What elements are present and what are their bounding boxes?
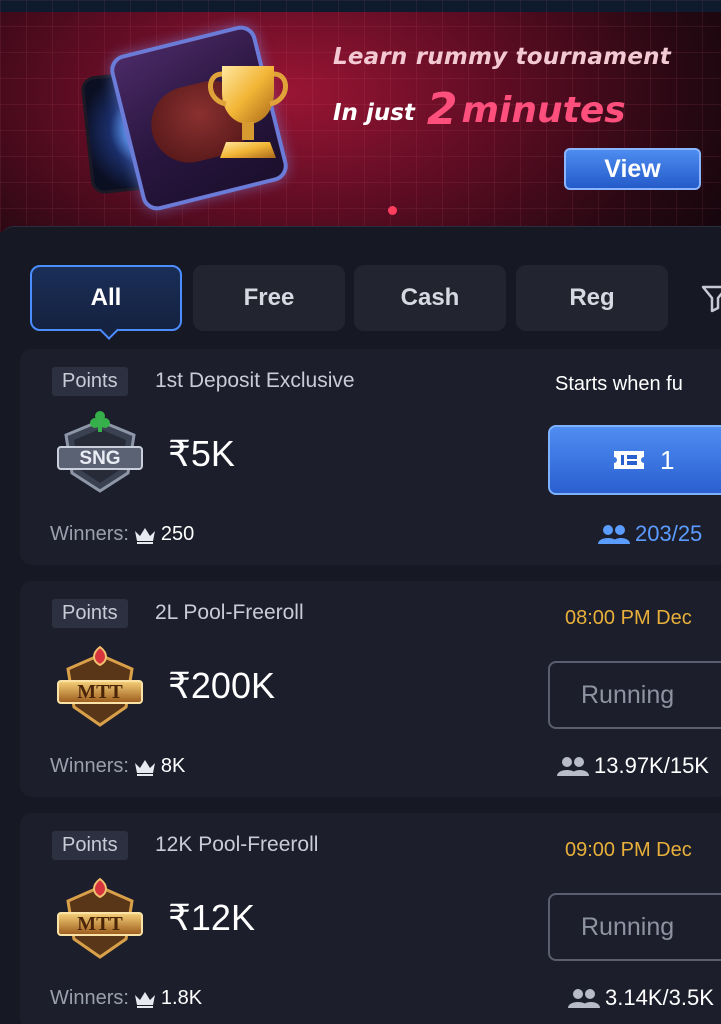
svg-text:SNG: SNG [79, 448, 120, 469]
winners-label: Winners: [50, 523, 129, 545]
players-count: 3.14K/3.5K [567, 985, 714, 1011]
players-count: 13.97K/15K [556, 753, 709, 779]
tab-free[interactable]: Free [193, 265, 345, 331]
running-button[interactable]: Running [548, 661, 721, 729]
tournament-name: 1st Deposit Exclusive [155, 369, 355, 392]
prize-amount: ₹5K [168, 433, 235, 474]
prize-amount: ₹12K [168, 897, 255, 938]
tournament-panel: All Free Cash Reg Points 1st Deposit Exc… [0, 226, 721, 1024]
sng-badge-icon: SNG [57, 411, 143, 493]
ticket-count: 1 [660, 444, 675, 475]
tournament-card[interactable]: Points 1st Deposit Exclusive SNG ₹5K Win… [20, 349, 721, 565]
banner-subheadline-suffix: minutes [461, 90, 626, 131]
banner-subheadline-prefix: In just [333, 100, 415, 126]
points-tag: Points [52, 599, 128, 628]
view-button[interactable]: View [564, 148, 701, 190]
ticket-icon [614, 451, 644, 469]
banner-subheadline: In just 2 minutes [333, 84, 626, 135]
crown-icon [134, 991, 155, 1008]
winners-value: 8K [160, 755, 186, 777]
mtt-badge-icon: MTT [57, 645, 143, 727]
tournament-card[interactable]: Points 12K Pool-Freeroll MTT ₹12K Winner… [20, 813, 721, 1024]
start-time: 09:00 PM Dec [565, 839, 692, 861]
tournament-name: 12K Pool-Freeroll [155, 833, 319, 856]
tournament-name: 2L Pool-Freeroll [155, 601, 304, 624]
filter-icon[interactable] [700, 283, 721, 313]
players-value: 13.97K/15K [594, 753, 709, 778]
points-tag: Points [52, 831, 128, 860]
players-value: 203/25 [635, 521, 703, 546]
running-button[interactable]: Running [548, 893, 721, 961]
promo-banner[interactable]: Learn rummy tournament In just 2 minutes … [0, 0, 721, 232]
winners-count: Winners: 8K [50, 755, 185, 778]
points-tag: Points [52, 367, 128, 396]
ticket-join-button[interactable]: 1 [548, 425, 721, 495]
mtt-badge-icon: MTT [57, 877, 143, 959]
start-condition: Starts when fu [555, 373, 683, 395]
trophy-icon [208, 66, 288, 158]
banner-number: 2 [426, 84, 458, 135]
winners-label: Winners: [50, 987, 129, 1009]
tab-all[interactable]: All [30, 265, 182, 331]
crown-icon [134, 759, 155, 776]
prize-amount: ₹200K [168, 665, 275, 706]
tab-reg[interactable]: Reg [516, 265, 668, 331]
tab-cash[interactable]: Cash [354, 265, 506, 331]
svg-text:MTT: MTT [77, 681, 123, 703]
players-value: 3.14K/3.5K [605, 985, 714, 1010]
winners-label: Winners: [50, 755, 129, 777]
start-time: 08:00 PM Dec [565, 607, 692, 629]
crown-icon [134, 527, 155, 544]
winners-value: 1.8K [160, 987, 203, 1009]
carousel-indicator[interactable] [388, 206, 397, 215]
players-icon [568, 989, 600, 1008]
players-icon [557, 757, 589, 776]
banner-headline: Learn rummy tournament [333, 44, 671, 70]
players-count: 203/25 [597, 521, 702, 547]
winners-count: Winners: 250 [50, 523, 194, 546]
winners-count: Winners: 1.8K [50, 987, 202, 1010]
svg-text:MTT: MTT [77, 913, 123, 935]
tournament-card[interactable]: Points 2L Pool-Freeroll MTT ₹200K Winner… [20, 581, 721, 797]
winners-value: 250 [160, 523, 195, 545]
players-icon [598, 525, 630, 544]
